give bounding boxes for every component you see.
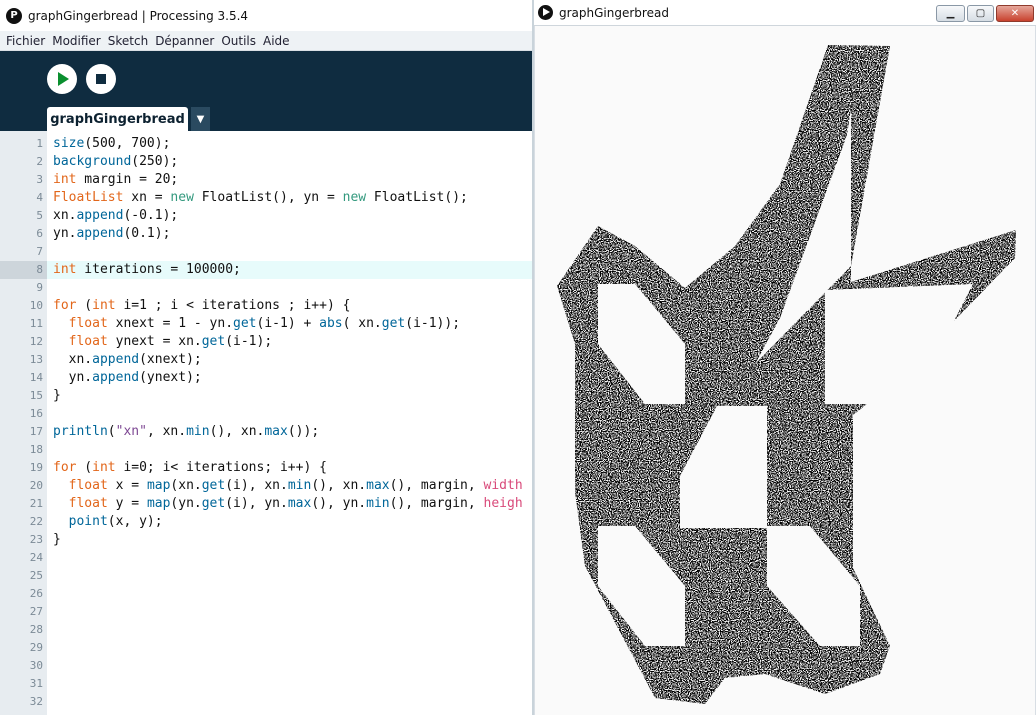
menu-modifier[interactable]: Modifier [52, 34, 101, 48]
code-line: 28 [29, 623, 43, 636]
code-line: 20 float x = map(xn.get(i), xn.min(), xn… [29, 478, 523, 493]
code-line: 4 FloatList xn = new FloatList(), yn = ne… [36, 190, 468, 205]
code-line: 31 [29, 677, 43, 690]
stop-icon [96, 74, 106, 84]
code-line: 19 for (int i=0; i< iterations; i++) { [29, 460, 327, 475]
code-line: 9 [36, 281, 43, 294]
code-line: 23} [29, 532, 61, 547]
play-icon [58, 72, 69, 86]
stop-button[interactable] [86, 64, 116, 94]
code-line: 30 [29, 659, 43, 672]
code-line: 25 [29, 569, 43, 582]
ide-title: graphGingerbread | Processing 3.5.4 [28, 8, 249, 23]
sketch-titlebar: graphGingerbread ▁ ▢ ✕ [534, 0, 1036, 26]
minimize-button[interactable]: ▁ [936, 5, 965, 22]
menu-fichier[interactable]: Fichier [6, 34, 45, 48]
menu-depanner[interactable]: Dépanner [155, 34, 214, 48]
run-button[interactable] [47, 64, 77, 94]
code-line: 24 [29, 551, 43, 564]
menu-outils[interactable]: Outils [221, 34, 256, 48]
code-editor[interactable]: 1 size(500, 700); 2 background(250); 3 int … [0, 131, 534, 715]
code-line: 32 [29, 695, 43, 708]
ide-titlebar: P graphGingerbread | Processing 3.5.4 [0, 0, 534, 31]
menu-sketch[interactable]: Sketch [108, 34, 148, 48]
menu-bar: Fichier Modifier Sketch Dépanner Outils … [0, 31, 534, 51]
code-line: 14 yn.append(ynext); [29, 370, 202, 385]
code-line: 18 [29, 443, 43, 456]
code-line: 21 float y = map(yn.get(i), yn.max(), yn… [29, 496, 523, 511]
code-line: 1 size(500, 700); [36, 136, 171, 151]
code-line: 11 float xnext = 1 - yn.get(i-1) + abs( … [29, 316, 461, 331]
code-line: 3 int margin = 20; [36, 172, 179, 187]
processing-run-icon [538, 5, 553, 20]
code-line: 7 [36, 245, 43, 258]
tab-graphgingerbread[interactable]: graphGingerbread [47, 107, 188, 131]
code-line: 27 [29, 605, 43, 618]
tab-menu-chevron-icon[interactable]: ▼ [191, 107, 210, 131]
menu-aide[interactable]: Aide [263, 34, 290, 48]
code-line: 10 for (int i=1 ; i < iterations ; i++) { [29, 298, 351, 313]
sketch-title: graphGingerbread [559, 5, 669, 20]
sketch-window: graphGingerbread ▁ ▢ ✕ [534, 0, 1036, 715]
maximize-button[interactable]: ▢ [967, 5, 994, 22]
sketch-canvas[interactable] [535, 26, 1035, 715]
code-line: 26 [29, 587, 43, 600]
code-line: 12 float ynext = xn.get(i-1); [29, 334, 273, 349]
code-line: 15} [29, 388, 61, 403]
code-line: 5 xn.append(-0.1); [36, 208, 179, 223]
processing-logo-icon: P [6, 7, 22, 24]
code-line: 13 xn.append(xnext); [29, 352, 202, 367]
code-line: 17 println("xn", xn.min(), xn.max()); [29, 424, 320, 439]
code-line: 6 yn.append(0.1); [36, 226, 171, 241]
code-line-active: 8 int iterations = 100000; [0, 261, 534, 279]
code-line: 22 point(x, y); [29, 514, 163, 529]
code-line: 2 background(250); [36, 154, 179, 169]
gingerbread-plot [535, 26, 1035, 715]
code-line: 16 [29, 407, 43, 420]
ide-window: P graphGingerbread | Processing 3.5.4 Fi… [0, 0, 534, 715]
close-button[interactable]: ✕ [996, 5, 1034, 22]
code-line: 29 [29, 641, 43, 654]
toolbar: graphGingerbread ▼ [0, 51, 534, 131]
